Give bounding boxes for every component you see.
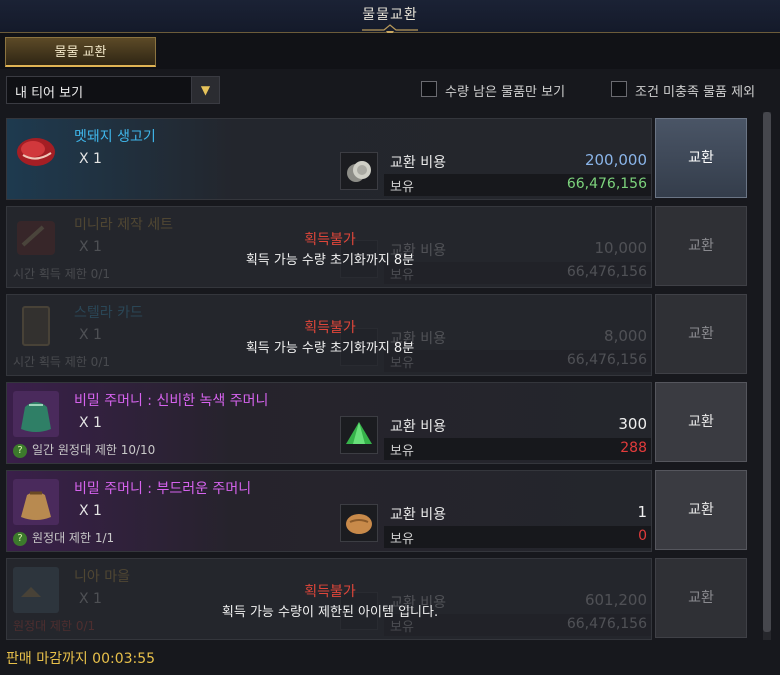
item-name: 멧돼지 생고기 [74,129,156,145]
row-panel: 스텔라 카드 X 1 시간 획득 제한 0/1 교환 비용 8,000 보유 6… [6,294,652,376]
cost-value: 1 [637,503,647,521]
row-panel: 비밀 주머니 : 신비한 녹색 주머니 X 1 ? 일간 원정대 제한 10/10… [6,382,652,464]
exchange-row: 스텔라 카드 X 1 시간 획득 제한 0/1 교환 비용 8,000 보유 6… [6,294,747,376]
exchange-row: 비밀 주머니 : 부드러운 주머니 X 1 ? 원정대 제한 1/1 교환 비용 … [6,470,747,552]
owned-label: 보유 [390,180,414,195]
owned-value: 66,476,156 [566,176,647,192]
question-icon[interactable]: ? [13,531,27,546]
unavailable-title: 획득불가 [304,320,356,336]
chevron-down-icon[interactable]: ▼ [191,77,219,103]
unavailable-title: 획득불가 [304,584,356,600]
exchange-button[interactable]: 교환 [655,470,747,550]
exchange-button[interactable]: 교환 [655,206,747,286]
green-crystal-icon [340,416,378,454]
cost-label: 교환 비용 [390,507,446,523]
unavailable-reason: 획득 가능 수량 초기화까지 8분 [245,341,415,356]
exchange-button[interactable]: 교환 [655,294,747,374]
exchange-row: 멧돼지 생고기 X 1 교환 비용 200,000 보유 66,476,156 … [6,118,747,200]
tier-dropdown-value: 내 티어 보기 [15,86,84,101]
remaining-only-label: 수량 남은 물품만 보기 [445,85,566,100]
cost-row: 교환 비용 1 [384,501,651,525]
item-name: 비밀 주머니 : 신비한 녹색 주머니 [74,393,269,409]
item-quantity: X 1 [79,503,102,519]
cost-value: 200,000 [584,151,647,169]
row-panel: 니아 마을 X 1 원정대 제한 0/1 교환 비용 601,200 보유 66… [6,558,652,640]
unavailable-reason: 획득 가능 수량이 제한된 아이템 입니다. [221,605,439,620]
item-name: 비밀 주머니 : 부드러운 주머니 [74,481,252,497]
exchange-row: 미니라 제작 세트 X 1 시간 획득 제한 0/1 교환 비용 10,000 … [6,206,747,288]
item-quantity: X 1 [79,151,102,167]
sale-deadline: 판매 마감까지 00:03:55 [6,651,156,667]
owned-value: 0 [638,528,647,544]
owned-row: 보유 288 [384,438,651,460]
unavailable-reason: 획득 가능 수량 초기화까지 8분 [245,253,415,268]
cost-row: 교환 비용 200,000 [384,149,651,173]
cost-label: 교환 비용 [390,155,446,171]
item-limit: ? 원정대 제한 1/1 [13,529,114,546]
bread-icon [340,504,378,542]
item-limit-text: 원정대 제한 1/1 [32,531,115,545]
cost-value: 300 [618,415,647,433]
tier-dropdown[interactable]: 내 티어 보기 ▼ [6,76,220,104]
exchange-row: 비밀 주머니 : 신비한 녹색 주머니 X 1 ? 일간 원정대 제한 10/10… [6,382,747,464]
owned-value: 288 [620,440,647,456]
row-panel: 비밀 주머니 : 부드러운 주머니 X 1 ? 원정대 제한 1/1 교환 비용 … [6,470,652,552]
cost-label: 교환 비용 [390,419,446,435]
exchange-button[interactable]: 교환 [655,382,747,462]
exchange-button[interactable]: 교환 [655,118,747,198]
tab-barter[interactable]: 물물 교환 [5,37,156,67]
green-pouch-icon [13,391,59,437]
checkbox-box[interactable] [611,81,627,97]
owned-label: 보유 [390,532,414,547]
row-panel: 미니라 제작 세트 X 1 시간 획득 제한 0/1 교환 비용 10,000 … [6,206,652,288]
checkbox-box[interactable] [421,81,437,97]
raw-meat-icon [13,127,59,173]
question-icon[interactable]: ? [13,443,27,458]
scrollbar[interactable] [763,112,771,640]
exclude-unmet-label: 조건 미충족 물품 제외 [635,85,756,100]
exchange-button[interactable]: 교환 [655,558,747,638]
item-limit: ? 일간 원정대 제한 10/10 [13,441,155,458]
item-limit-text: 일간 원정대 제한 10/10 [32,443,156,457]
scrollbar-thumb[interactable] [763,112,771,632]
owned-row: 보유 66,476,156 [384,174,651,196]
exchange-row: 니아 마을 X 1 원정대 제한 0/1 교환 비용 601,200 보유 66… [6,558,747,640]
owned-row: 보유 0 [384,526,651,548]
row-panel: 멧돼지 생고기 X 1 교환 비용 200,000 보유 66,476,156 [6,118,652,200]
tab-bar: 물물 교환 [0,33,780,69]
sack-icon [13,479,59,525]
cost-row: 교환 비용 300 [384,413,651,437]
unavailable-title: 획득불가 [304,232,356,248]
window-titlebar: 물물교환 [0,0,780,37]
silver-coin-icon [340,152,378,190]
item-quantity: X 1 [79,415,102,431]
owned-label: 보유 [390,444,414,459]
